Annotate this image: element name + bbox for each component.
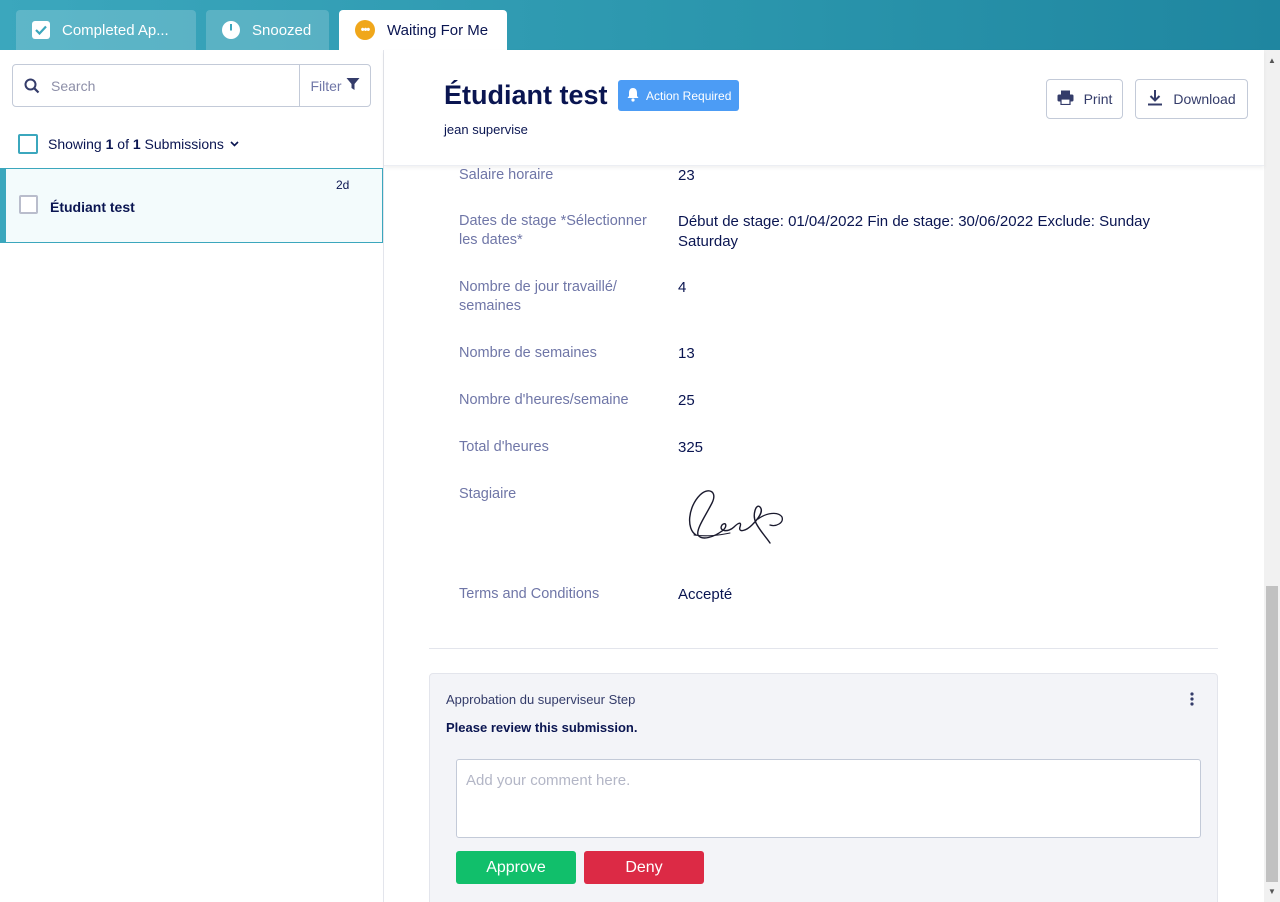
comment-input[interactable] [456, 759, 1201, 838]
tab-snoozed[interactable]: Snoozed [206, 10, 329, 50]
search-box: Filter [12, 64, 371, 107]
submission-time: 2d [336, 178, 350, 192]
scroll-up-arrow-icon[interactable]: ▲ [1264, 52, 1280, 69]
step-message: Please review this submission. [446, 720, 638, 735]
tab-label: Waiting For Me [387, 21, 489, 39]
print-button[interactable]: Print [1046, 79, 1123, 119]
scrollbar-thumb[interactable] [1266, 586, 1278, 882]
dots-icon: ••• [355, 20, 375, 40]
tab-label: Completed Ap... [62, 21, 169, 39]
showing-count: 1 [105, 136, 114, 152]
field-value: 4 [678, 279, 687, 296]
download-label: Download [1173, 91, 1236, 107]
submitter-name: jean supervise [444, 122, 528, 137]
showing-prefix: Showing [48, 136, 102, 152]
field-value: 23 [678, 167, 695, 184]
submission-list-item[interactable]: Étudiant test 2d [0, 168, 383, 243]
field-label: Total d'heures [459, 439, 549, 455]
divider [429, 648, 1218, 649]
signature-image [678, 485, 1168, 561]
tab-bar: Completed Ap... Snoozed ••• Waiting For … [0, 0, 1280, 50]
print-label: Print [1083, 91, 1113, 107]
showing-summary: Showing 1 of 1 Submissions [18, 134, 239, 154]
approval-step-panel: Approbation du superviseur Step Please r… [429, 673, 1218, 902]
deny-button[interactable]: Deny [584, 851, 704, 884]
search-input[interactable] [51, 65, 299, 106]
clock-icon [222, 21, 240, 39]
download-icon [1147, 89, 1163, 109]
bell-icon [626, 87, 640, 105]
chevron-down-icon[interactable] [230, 139, 239, 150]
filter-label: Filter [310, 77, 342, 94]
vertical-scrollbar[interactable]: ▲ ▼ [1264, 50, 1280, 902]
submission-header: Étudiant test Action Required jean super… [384, 50, 1264, 166]
download-button[interactable]: Download [1135, 79, 1248, 119]
tab-label: Snoozed [252, 21, 312, 39]
field-label: Nombre de semaines [459, 345, 597, 361]
status-badge: Action Required [618, 80, 740, 111]
submissions-sidebar: Filter Showing 1 of 1 Submissions Étudia… [0, 50, 384, 902]
filter-button[interactable]: Filter [299, 65, 370, 106]
submission-checkbox[interactable] [19, 195, 38, 214]
submission-name: Étudiant test [50, 199, 135, 215]
submission-content: Salaire horaire 23 Dates de stage *Sélec… [384, 166, 1264, 902]
showing-of: of [117, 136, 129, 152]
field-value: 25 [678, 392, 695, 409]
field-value: 13 [678, 345, 695, 362]
field-value: Début de stage: 01/04/2022 Fin de stage:… [678, 213, 1151, 250]
field-label: Nombre d'heures/semaine [459, 392, 629, 408]
field-value: Accepté [678, 586, 733, 603]
page-title: Étudiant test [444, 80, 608, 110]
approve-button[interactable]: Approve [456, 851, 576, 884]
field-value: 325 [678, 439, 704, 456]
field-label: Dates de stage *Sélectionner les dates* [459, 213, 647, 248]
field-label: Nombre de jour travaillé/ semaines [459, 279, 617, 314]
checkbox-icon [32, 21, 50, 39]
field-label: Stagiaire [459, 486, 517, 502]
search-icon [13, 65, 51, 106]
step-title: Approbation du superviseur Step [446, 692, 636, 707]
funnel-icon [346, 77, 360, 94]
showing-total: 1 [132, 136, 141, 152]
select-all-checkbox[interactable] [18, 134, 38, 154]
field-label: Salaire horaire [459, 167, 554, 183]
more-options-icon[interactable] [1188, 692, 1196, 706]
tab-waiting-for-me[interactable]: ••• Waiting For Me [339, 10, 507, 50]
tab-completed-approvals[interactable]: Completed Ap... [16, 10, 196, 50]
badge-label: Action Required [646, 88, 732, 103]
scroll-down-arrow-icon[interactable]: ▼ [1264, 883, 1280, 900]
field-label: Terms and Conditions [459, 586, 600, 602]
showing-suffix-dropdown[interactable]: Submissions [145, 136, 224, 152]
printer-icon [1057, 90, 1074, 108]
